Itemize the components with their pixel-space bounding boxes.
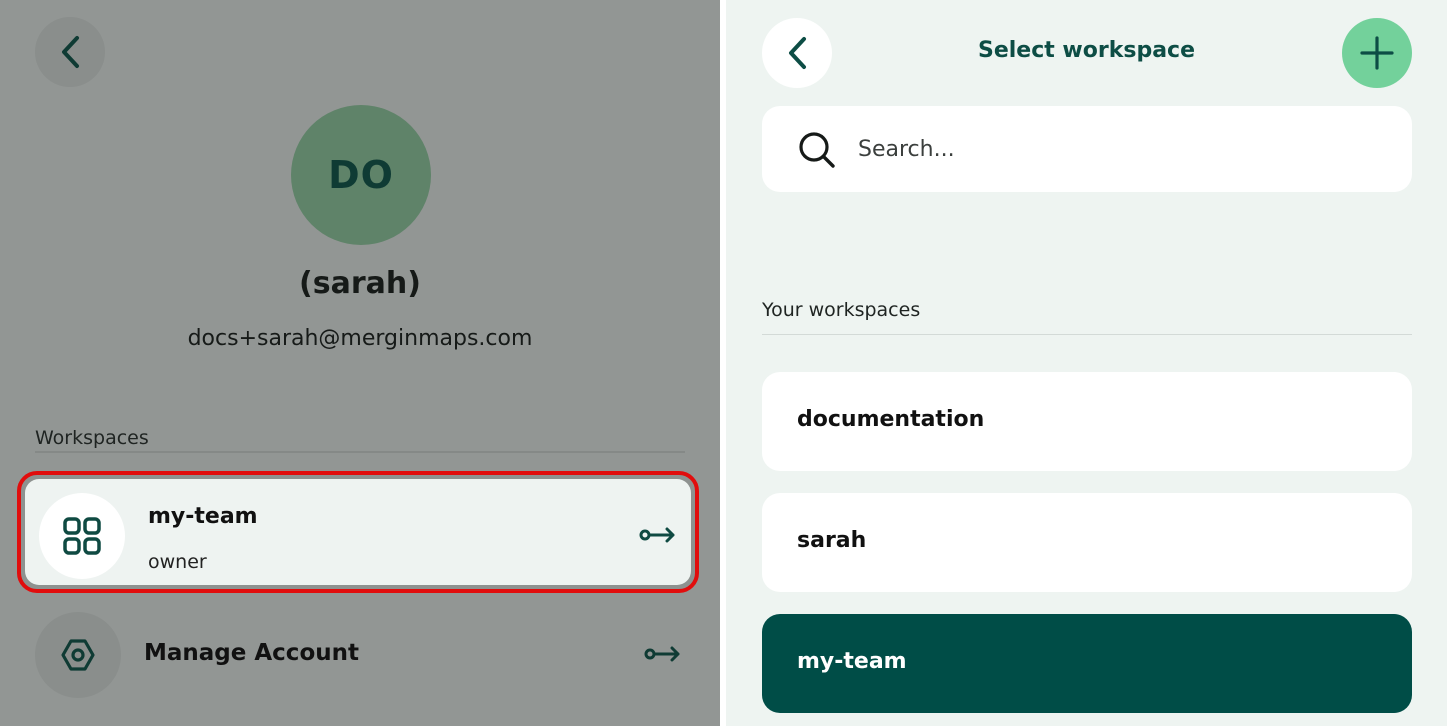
manage-account-icon-container[interactable] (35, 612, 121, 698)
account-panel: DO (sarah) docs+sarah@merginmaps.com Wor… (0, 0, 720, 726)
user-name: (sarah) (299, 266, 421, 301)
workspace-row-label: sarah (797, 528, 867, 553)
page-title: Select workspace (977, 38, 1195, 63)
workspace-row-label: documentation (797, 407, 985, 432)
hexagon-settings-icon (61, 639, 95, 671)
workspace-icon-container (39, 493, 125, 579)
workspace-row-sarah[interactable]: sarah (762, 493, 1412, 592)
grid-icon (63, 517, 101, 555)
current-workspace-card-body: my-team owner (25, 479, 691, 585)
workspace-row-my-team[interactable]: my-team (762, 614, 1412, 713)
workspace-name: my-team (148, 504, 258, 529)
arrow-right-icon (639, 527, 675, 543)
workspace-role: owner (148, 551, 207, 573)
your-workspaces-heading: Your workspaces (762, 299, 921, 321)
avatar: DO (291, 105, 431, 245)
section-divider (35, 451, 685, 453)
workspaces-heading: Workspaces (35, 427, 149, 449)
select-workspace-panel: Select workspace Your workspaces documen… (726, 0, 1447, 726)
user-email: docs+sarah@merginmaps.com (187, 326, 533, 351)
plus-icon (1360, 36, 1394, 70)
add-workspace-button[interactable] (1342, 18, 1412, 88)
section-divider (762, 334, 1412, 335)
search-input[interactable] (858, 128, 1378, 170)
manage-account-link[interactable]: Manage Account (144, 640, 359, 666)
chevron-left-icon (62, 36, 79, 68)
arrow-right-icon[interactable] (644, 646, 682, 662)
current-workspace-card[interactable]: my-team owner (17, 471, 699, 593)
search-icon (799, 132, 835, 168)
back-button[interactable] (35, 17, 105, 87)
search-box[interactable] (762, 106, 1412, 192)
workspace-row-label: my-team (797, 649, 907, 674)
workspace-row-documentation[interactable]: documentation (762, 372, 1412, 471)
